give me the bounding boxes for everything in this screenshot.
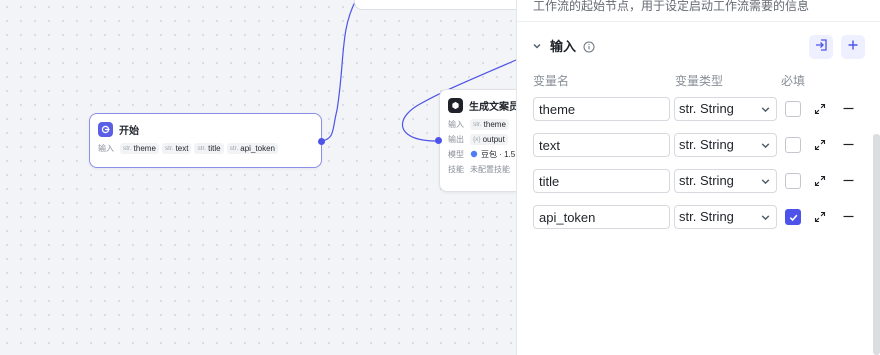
- minus-icon[interactable]: [842, 138, 855, 151]
- llm-input-chip: str. theme: [470, 119, 509, 130]
- variable-row: title str. String: [517, 169, 880, 195]
- variable-row: theme str. String: [517, 97, 880, 123]
- input-section-title: 输入: [550, 39, 577, 54]
- input-chip-api-token: str. api_token: [226, 143, 278, 154]
- column-header-required: 必填: [781, 74, 806, 88]
- variable-type-select[interactable]: str. String: [674, 97, 777, 121]
- panel-divider: [517, 21, 880, 22]
- panel-scrollbar[interactable]: [873, 134, 880, 355]
- chevron-down-icon: [761, 143, 770, 149]
- input-section-header[interactable]: 输入: [531, 36, 595, 55]
- minus-icon[interactable]: [842, 210, 855, 223]
- llm-node-icon: [448, 98, 463, 113]
- edge-top-to-start: [321, 0, 357, 142]
- variable-type-select[interactable]: str. String: [674, 205, 777, 229]
- input-chip-title: str. title: [194, 143, 224, 154]
- expand-icon[interactable]: [814, 103, 826, 115]
- import-button[interactable]: [809, 35, 833, 59]
- llm-output-chip: {x} output: [470, 134, 508, 145]
- chevron-down-icon: [761, 179, 770, 185]
- start-node-input-label: 输入: [98, 144, 114, 153]
- chevron-down-icon[interactable]: [531, 40, 543, 52]
- minus-icon[interactable]: [842, 102, 855, 115]
- add-variable-button[interactable]: [841, 35, 865, 59]
- llm-node-title: 生成文案员: [469, 102, 519, 113]
- minus-icon[interactable]: [842, 174, 855, 187]
- upstream-node-stub[interactable]: [354, 0, 524, 10]
- llm-node-input-port[interactable]: [435, 137, 442, 144]
- variable-name-input[interactable]: title: [533, 169, 670, 193]
- input-chip-theme: str. theme: [120, 143, 159, 154]
- variable-name-input[interactable]: text: [533, 133, 670, 157]
- required-checkbox[interactable]: [785, 137, 801, 153]
- variable-row: api_token str. String: [517, 205, 880, 231]
- column-header-name: 变量名: [533, 74, 570, 88]
- expand-icon[interactable]: [814, 175, 826, 187]
- check-icon: [789, 214, 797, 221]
- model-logo-icon: [470, 150, 478, 160]
- expand-icon[interactable]: [814, 139, 826, 151]
- variable-name-input[interactable]: api_token: [533, 205, 670, 229]
- start-node[interactable]: 开始 输入 str. theme str. text str. title str. a…: [89, 113, 322, 168]
- required-checkbox[interactable]: [785, 173, 801, 189]
- plus-icon: [847, 38, 859, 56]
- import-icon: [814, 38, 828, 57]
- column-header-type: 变量类型: [675, 74, 724, 88]
- variable-name-input[interactable]: theme: [533, 97, 670, 121]
- chevron-down-icon: [761, 107, 770, 113]
- variable-type-select[interactable]: str. String: [674, 133, 777, 157]
- required-checkbox[interactable]: [785, 209, 801, 225]
- expand-icon[interactable]: [814, 211, 826, 223]
- variable-row: text str. String: [517, 133, 880, 159]
- start-node-inputs: 输入 str. theme str. text str. title str. api_…: [90, 141, 321, 156]
- node-config-panel: 工作流的起始节点，用于设定启动工作流需要的信息 输入 变量名 变量类型 必填 t…: [516, 0, 880, 355]
- variable-type-select[interactable]: str. String: [674, 169, 777, 193]
- start-node-output-port[interactable]: [318, 138, 325, 145]
- chevron-down-icon: [761, 215, 770, 221]
- info-icon[interactable]: [583, 40, 595, 52]
- llm-skill-value: 未配置技能: [470, 165, 510, 174]
- required-checkbox[interactable]: [785, 101, 801, 117]
- start-node-icon: [98, 122, 113, 137]
- start-node-title: 开始: [119, 126, 139, 137]
- input-chip-text: str. text: [161, 143, 192, 154]
- llm-model-value: 豆包 · 1.5: [481, 150, 516, 159]
- panel-description: 工作流的起始节点，用于设定启动工作流需要的信息: [533, 0, 810, 13]
